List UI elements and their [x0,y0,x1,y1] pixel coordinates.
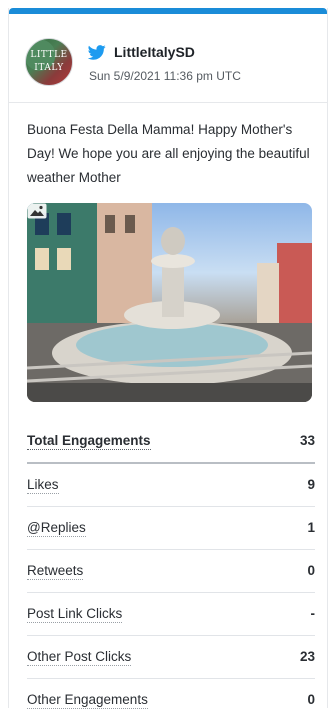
metric-value: 0 [307,692,315,707]
post-photo[interactable] [27,203,312,402]
metric-label[interactable]: Likes [27,477,59,494]
metric-label[interactable]: Retweets [27,563,84,580]
post-text: Buona Festa Della Mamma! Happy Mother's … [27,118,315,192]
account-handle[interactable]: LittleItalySD [114,44,195,60]
photo-scene [27,203,312,402]
post-timestamp: Sun 5/9/2021 11:36 pm UTC [89,69,241,83]
metric-label[interactable]: Other Engagements [27,692,148,709]
metric-value: - [310,606,316,621]
metric-row-post-link-clicks: Post Link Clicks - [27,593,315,636]
text-fade [225,168,315,192]
metric-row-replies: @Replies 1 [27,507,315,550]
avatar-logo-text-2: ITALY [34,63,64,73]
avatar[interactable]: LITTLE ITALY [25,38,73,86]
metric-row-likes: Likes 9 [27,464,315,507]
metric-value: 1 [307,520,315,535]
image-icon [27,203,47,219]
avatar-logo-text-1: LITTLE [30,50,68,60]
twitter-bird-icon [88,45,106,60]
metric-value: 33 [299,433,315,448]
metric-label[interactable]: Other Post Clicks [27,649,132,666]
engagement-metrics: Total Engagements 33 Likes 9 @Replies 1 … [27,420,315,721]
metric-label[interactable]: Total Engagements [27,433,151,450]
metric-label[interactable]: Post Link Clicks [27,606,123,623]
metric-row-other-engagements: Other Engagements 0 [27,679,315,721]
metric-row-retweets: Retweets 0 [27,550,315,593]
metric-row-other-post-clicks: Other Post Clicks 23 [27,636,315,679]
metric-value: 9 [307,477,315,492]
metric-label[interactable]: @Replies [27,520,86,537]
metric-row-total: Total Engagements 33 [27,420,315,464]
post-card: LITTLE ITALY LittleItalySD Sun 5/9/2021 … [8,8,328,709]
metric-value: 0 [307,563,315,578]
post-header: LITTLE ITALY LittleItalySD Sun 5/9/2021 … [9,14,327,103]
metric-value: 23 [299,649,315,664]
